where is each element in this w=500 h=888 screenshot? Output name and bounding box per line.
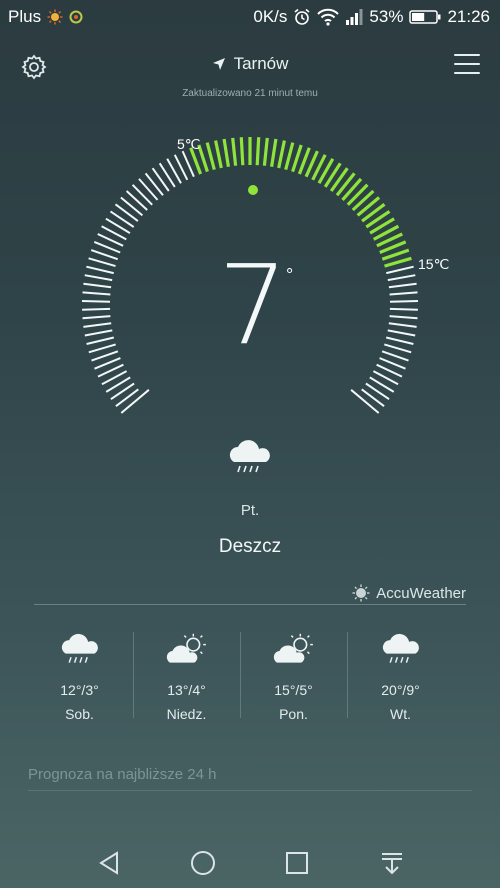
dial-tick-range [255, 137, 261, 166]
header: Tarnów Zaktualizowano 21 minut temu [0, 40, 500, 100]
dial-tick-range [284, 142, 295, 171]
dial-tick [120, 389, 150, 414]
dial-tick-range [205, 142, 216, 171]
forecast-range: 12°/3° [60, 682, 99, 698]
updated-text: Zaktualizowano 21 minut temu [182, 88, 318, 99]
forecast-range: 20°/9° [381, 682, 420, 698]
clock: 21:26 [447, 7, 490, 26]
battery-icon [409, 10, 441, 24]
divider [34, 604, 466, 605]
home-icon[interactable] [188, 848, 218, 878]
location-name: Tarnów [233, 54, 289, 73]
dial-tick [131, 184, 153, 206]
forecast-day[interactable]: 20°/9° Wt. [347, 628, 454, 738]
dial-tick-range [222, 138, 230, 167]
carrier-label: Plus [8, 7, 42, 26]
app-notification-icon [69, 10, 83, 24]
location-button[interactable]: Tarnów [0, 54, 500, 74]
cloud-rain-icon [61, 633, 98, 663]
cloud-rain-icon [229, 440, 270, 473]
dial-tick-range [239, 137, 245, 166]
dial-tick [361, 388, 385, 407]
temperature-unit: ° [286, 265, 294, 285]
current-condition: Deszcz [218, 536, 282, 557]
dial-tick [144, 172, 164, 196]
forecast-day[interactable]: 12°/3° Sob. [26, 628, 133, 738]
accuweather-logo-icon [352, 584, 370, 602]
back-icon[interactable] [95, 848, 125, 878]
signal-icon [346, 9, 363, 25]
dial-tick-range [262, 137, 269, 166]
dial-tick [138, 178, 159, 201]
location-arrow-icon [212, 58, 225, 70]
forecast-day[interactable]: 15°/5° Pon. [240, 628, 347, 738]
forecast-row: 12°/3° Sob. 13°/4° Niedz. 15°/5° Pon. 20… [26, 628, 482, 738]
dial-tick [120, 196, 144, 217]
current-day: Pt. [240, 502, 260, 519]
dial-tick-range [231, 137, 238, 166]
provider-link[interactable]: AccuWeather [352, 584, 466, 602]
dial-tick [115, 388, 139, 407]
current-temperature: 7 [218, 241, 288, 369]
forecast-day[interactable]: 13°/4° Niedz. [133, 628, 240, 738]
dial-min-label: 5℃ [177, 136, 201, 152]
sun-cloud-icon [273, 633, 313, 663]
menu-icon[interactable] [454, 54, 480, 76]
dial-tick-range [214, 140, 223, 169]
dial-tick-range [341, 177, 363, 201]
status-bar: Plus 0K/s 53% 21:26 [0, 0, 500, 34]
sun-cloud-icon [166, 633, 206, 663]
dial-tick [125, 190, 148, 211]
dial-tick-range [270, 138, 278, 167]
notification-pull-down-icon[interactable] [377, 848, 407, 878]
dial-tick [151, 167, 170, 192]
forecast-range: 13°/4° [167, 682, 206, 698]
forecast-day-label: Wt. [390, 706, 411, 722]
recents-icon[interactable] [282, 848, 312, 878]
dial-tick-range [291, 144, 303, 173]
dial-tick-range [346, 183, 369, 206]
status-right: 0K/s 53% 21:26 [253, 7, 490, 27]
network-speed: 0K/s [253, 7, 288, 26]
forecast-day-label: Niedz. [166, 706, 207, 722]
dial-tick-range [351, 189, 375, 212]
weather-notification-icon [47, 9, 63, 25]
status-left: Plus [8, 7, 83, 27]
dial-tick [114, 203, 139, 222]
hourly-divider [28, 790, 472, 791]
dial-tick [350, 389, 380, 414]
forecast-day-label: Sob. [65, 706, 94, 722]
forecast-range: 15°/5° [274, 682, 313, 698]
current-temp-marker [248, 185, 258, 195]
hourly-forecast-label[interactable]: Prognoza na najbliższe 24 h [28, 766, 216, 783]
provider-name: AccuWeather [376, 584, 466, 602]
cloud-rain-icon [382, 633, 419, 663]
wifi-icon [317, 8, 340, 26]
navigation-bar [0, 838, 500, 888]
dial-tick-range [277, 140, 286, 169]
battery-percent: 53% [369, 7, 404, 26]
forecast-day-label: Pon. [279, 706, 308, 722]
alarm-icon [294, 8, 310, 25]
